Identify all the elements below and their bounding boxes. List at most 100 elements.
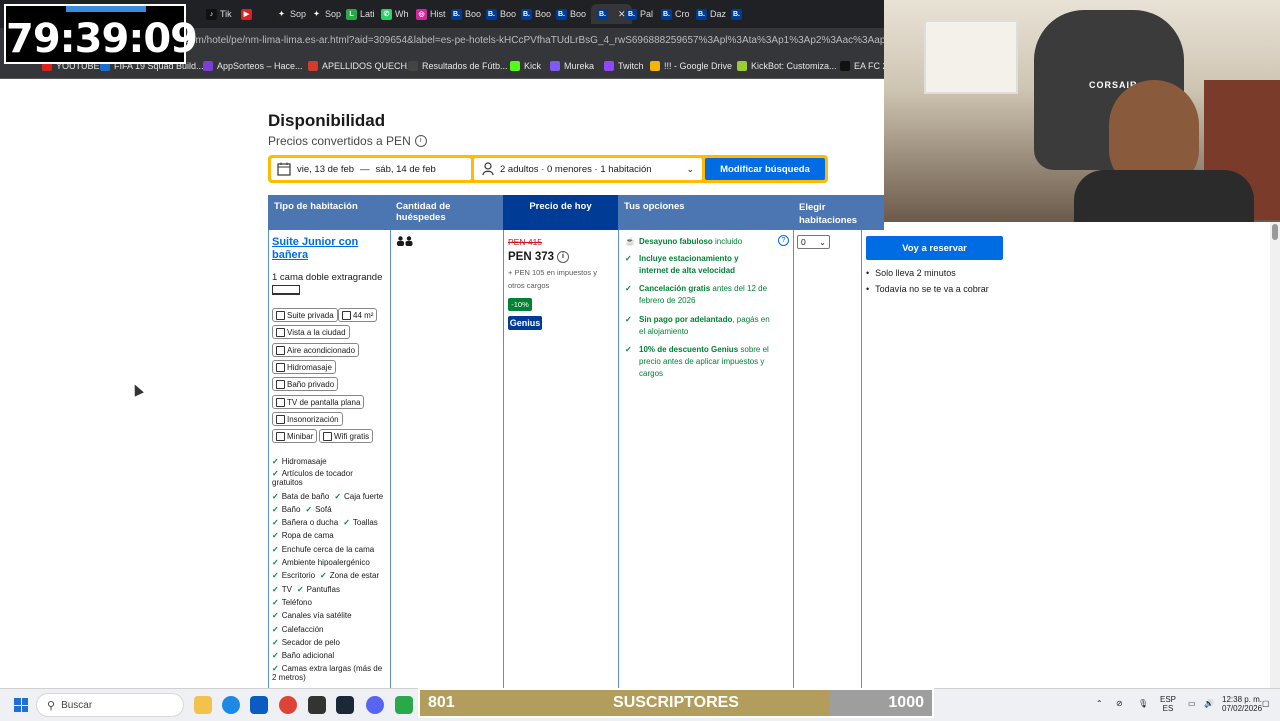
- bookmark-item[interactable]: !!! - Google Drive: [650, 61, 732, 71]
- amenity-label: Sofá: [315, 505, 332, 514]
- tab-favicon-icon: ✆: [381, 8, 392, 20]
- current-price: PEN 373 i: [508, 251, 570, 263]
- option-highlight: Incluye estacionamiento y internet de al…: [639, 254, 739, 275]
- bookmark-favicon-icon: [510, 61, 520, 71]
- clock[interactable]: 12:38 p. m. 07/02/2026: [1222, 695, 1262, 713]
- guests-summary: 2 adultos · 0 menores · 1 habitación: [500, 163, 652, 175]
- amenity-row: ✓ Enchufe cerca de la cama: [272, 545, 374, 554]
- browser-tab[interactable]: B. Boo: [521, 4, 551, 24]
- chevron-up-icon[interactable]: ⌃: [1096, 699, 1103, 708]
- close-tab-icon[interactable]: ✕: [618, 9, 626, 20]
- check-icon: ✓: [305, 505, 313, 514]
- modify-search-button[interactable]: Modificar búsqueda: [705, 158, 825, 180]
- tab-label: Tik: [220, 9, 232, 19]
- facility-label: Wifi gratis: [334, 431, 370, 441]
- timer-accent: [66, 6, 146, 12]
- display-icon[interactable]: ▭: [1188, 699, 1196, 708]
- browser-tab[interactable]: B.: [731, 4, 745, 24]
- store-icon[interactable]: [250, 696, 268, 714]
- notes-icon[interactable]: [395, 696, 413, 714]
- browser-tab[interactable]: B. Boo: [486, 4, 516, 24]
- subscriber-goal-bar: 801 SUSCRIPTORES 1000: [418, 688, 934, 718]
- bookmark-item[interactable]: Mureka: [550, 61, 594, 71]
- options-help-icon[interactable]: ?: [778, 235, 789, 246]
- facility-label: Hidromasaje: [287, 362, 332, 372]
- browser-tab[interactable]: ♪ Tik: [206, 4, 232, 24]
- check-icon: ✓: [625, 345, 632, 354]
- amenity-label: Zona de estar: [329, 571, 380, 580]
- bookmark-favicon-icon: [604, 61, 614, 71]
- facility-chip: Baño privado: [272, 377, 339, 391]
- date-picker[interactable]: vie, 13 de feb — sáb, 14 de feb: [271, 158, 471, 180]
- browser-tab[interactable]: L Lati: [346, 4, 375, 24]
- language-indicator[interactable]: ESP ES: [1160, 695, 1176, 713]
- taskbar-search-placeholder: Buscar: [61, 699, 93, 711]
- scrollbar-thumb[interactable]: [1272, 224, 1278, 240]
- price-info-icon[interactable]: i: [557, 251, 570, 263]
- tab-favicon-icon: B.: [626, 8, 637, 20]
- browser-tab[interactable]: B. Daz: [696, 4, 726, 24]
- page-title: Disponibilidad: [268, 111, 386, 130]
- taskbar-search[interactable]: ⚲ Buscar: [36, 693, 184, 717]
- volume-icon[interactable]: 🔊: [1204, 699, 1214, 708]
- notifications-icon[interactable]: ▢: [1262, 699, 1270, 708]
- option-detail: incluido: [712, 237, 743, 246]
- amenity-label: Caja fuerte: [344, 492, 384, 501]
- browser-tab[interactable]: B. Cro: [661, 4, 690, 24]
- facility-icon: [342, 310, 351, 320]
- bookmark-item[interactable]: AppSorteos – Hace...: [203, 61, 303, 71]
- browser-tab[interactable]: ✦ Sop: [311, 4, 341, 24]
- guests-picker[interactable]: 2 adultos · 0 menores · 1 habitación ⌄: [474, 158, 702, 180]
- amenity-label: Camas extra largas (más de: [281, 664, 383, 673]
- microphone-icon[interactable]: 🎙: [1138, 699, 1148, 708]
- edge-icon[interactable]: [222, 696, 240, 714]
- bookmark-item[interactable]: APELLIDOS QUECH...: [308, 61, 415, 71]
- discord-icon[interactable]: [366, 696, 384, 714]
- page-scrollbar[interactable]: [1270, 222, 1280, 688]
- genius-badge: Genius: [508, 316, 542, 330]
- browser-tab[interactable]: B. Pal: [626, 4, 653, 24]
- obs-icon[interactable]: [308, 696, 326, 714]
- amenity-label: Baño adicional: [281, 651, 335, 660]
- tab-favicon-icon: L: [346, 8, 357, 20]
- bookmark-item[interactable]: Resultados de Fútb...: [408, 61, 508, 71]
- room-quantity-value: 0: [801, 237, 806, 247]
- file-explorer-icon[interactable]: [194, 696, 212, 714]
- browser-tab[interactable]: ◎ Hist: [416, 4, 446, 24]
- room-quantity-select[interactable]: 0 ⌄: [797, 235, 830, 249]
- facility-icon: [276, 327, 285, 337]
- check-icon: ✓: [272, 664, 279, 673]
- amenity-row: ✓ Ropa de cama: [272, 531, 334, 540]
- browser-tab[interactable]: ✦ Sop: [276, 4, 306, 24]
- steam-icon[interactable]: [336, 696, 354, 714]
- check-icon: ✓: [272, 651, 279, 660]
- windows-start-icon[interactable]: [14, 698, 28, 712]
- amenity-row: ✓ Baño ✓ Sofá: [272, 505, 332, 514]
- bookmark-item[interactable]: KickBot: Customiza...: [737, 61, 837, 71]
- browser-tab[interactable]: ✆ Wh: [381, 4, 409, 24]
- chrome-icon[interactable]: [279, 696, 297, 714]
- reserve-button[interactable]: Voy a reservar: [866, 236, 1003, 260]
- browser-tab[interactable]: ▶: [241, 4, 255, 24]
- breakfast-icon: ☕: [625, 237, 635, 246]
- amenity-row: ✓ Bañera o ducha ✓ Toallas: [272, 518, 378, 527]
- facility-icon: [276, 379, 285, 389]
- room-name-link[interactable]: Suite Junior con bañera: [272, 236, 382, 262]
- info-icon[interactable]: i: [414, 135, 427, 147]
- facility-label: TV de pantalla plana: [287, 397, 361, 407]
- check-icon: ✓: [625, 315, 632, 324]
- bookmark-item[interactable]: Twitch: [604, 61, 644, 71]
- person-icon: [482, 162, 494, 176]
- bookmark-item[interactable]: Kick: [510, 61, 541, 71]
- network-icon[interactable]: ⊘: [1116, 699, 1123, 708]
- option-highlight: Sin pago por adelantado: [639, 315, 733, 324]
- amenity-row: ✓ Artículos de tocador: [272, 469, 353, 478]
- url-text[interactable]: com/hotel/pe/nm-lima-lima.es-ar.html?aid…: [185, 35, 970, 46]
- tab-label: Sop: [325, 9, 342, 19]
- browser-tab[interactable]: B. Boo: [556, 4, 586, 24]
- browser-tab[interactable]: B. Boo: [451, 4, 481, 24]
- facility-label: Vista a la ciudad: [287, 327, 346, 337]
- bookmark-label: AppSorteos – Hace...: [217, 61, 303, 71]
- tab-favicon-icon: B.: [696, 8, 707, 20]
- check-icon: ✓: [334, 492, 342, 501]
